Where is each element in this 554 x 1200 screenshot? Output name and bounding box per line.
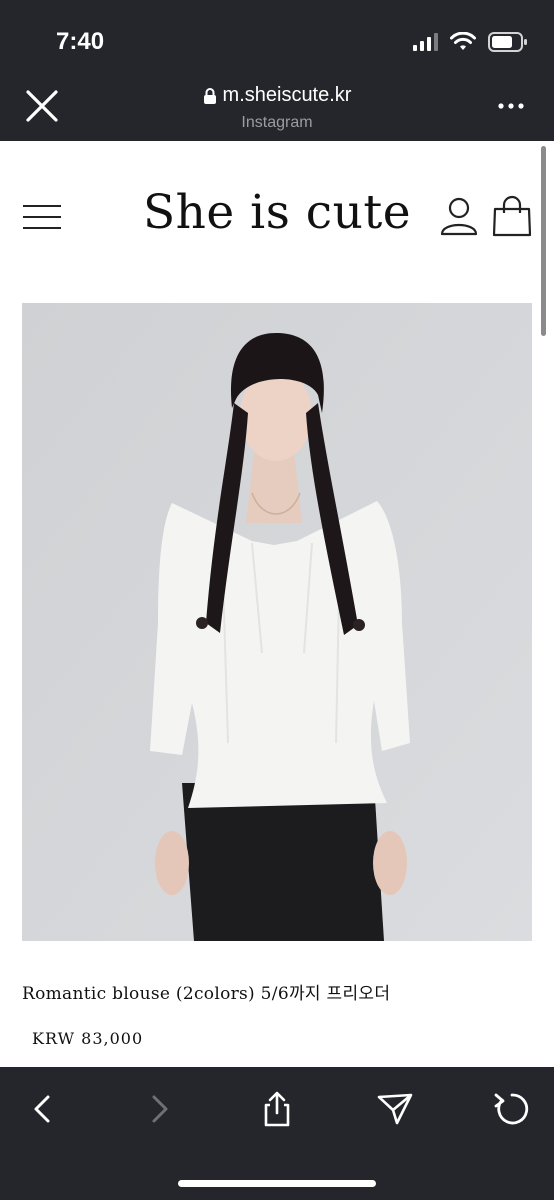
- url-text: m.sheiscute.kr: [222, 84, 352, 106]
- share-icon[interactable]: [257, 1089, 297, 1129]
- product-price: KRW 83,000: [32, 1029, 144, 1048]
- reload-icon[interactable]: [492, 1089, 532, 1129]
- browser-source-label: Instagram: [241, 114, 313, 131]
- lock-icon: [203, 87, 216, 104]
- account-icon[interactable]: [440, 196, 478, 236]
- send-icon[interactable]: [375, 1089, 415, 1129]
- battery-icon: [488, 32, 527, 52]
- top-chrome: 7:40 m.sheiscute.kr Instagram: [0, 0, 554, 141]
- product-photo[interactable]: [22, 303, 532, 941]
- status-time: 7:40: [56, 28, 105, 55]
- bottom-toolbar: [0, 1067, 554, 1200]
- more-options-icon[interactable]: [496, 96, 526, 116]
- wifi-icon: [450, 32, 476, 50]
- back-icon[interactable]: [22, 1089, 62, 1129]
- forward-icon[interactable]: [140, 1089, 180, 1129]
- shopping-bag-icon[interactable]: [492, 195, 532, 237]
- address-bar[interactable]: m.sheiscute.kr: [0, 84, 554, 107]
- page-scrollbar[interactable]: [541, 146, 546, 336]
- cellular-signal-icon: [413, 33, 438, 51]
- web-page[interactable]: She is cute Romantic blouse (2colors) 5/…: [0, 141, 554, 1067]
- home-indicator[interactable]: [178, 1180, 376, 1187]
- product-title[interactable]: Romantic blouse (2colors) 5/6까지 프리오더: [22, 979, 390, 1004]
- status-icons: [413, 32, 528, 52]
- model-wearing-blouse-image: [22, 303, 532, 941]
